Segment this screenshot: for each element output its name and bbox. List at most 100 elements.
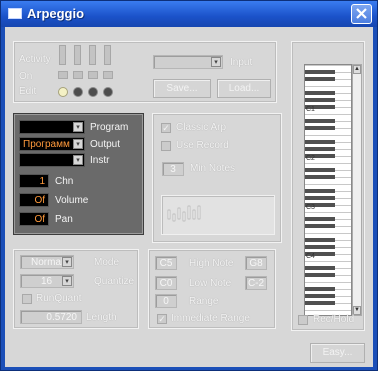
black-key[interactable] [305, 70, 335, 74]
black-key[interactable] [305, 119, 335, 123]
volume-field[interactable]: Of [19, 193, 49, 207]
on-toggle-4[interactable] [103, 71, 113, 79]
keyboard-panel: C1 C2 C3 C4 ▲ ▼ [291, 41, 365, 331]
length-field[interactable]: 0.5720 [20, 310, 82, 324]
on-label: On [19, 71, 33, 82]
mode-select[interactable]: Normal ▾ [20, 255, 74, 269]
window-title: Arpeggio [27, 6, 85, 21]
black-key[interactable] [305, 126, 335, 130]
white-key[interactable] [305, 212, 351, 213]
top-panel: Activity On Edit ▾ Input Save... Load... [13, 41, 277, 103]
runquant-label: RunQuant [36, 293, 82, 304]
runquant-checkbox[interactable] [22, 294, 32, 304]
pan-field[interactable]: Of [19, 212, 49, 226]
save-button[interactable]: Save... [153, 79, 211, 98]
piano-keyboard[interactable]: C1 C2 C3 C4 [304, 64, 352, 316]
white-key[interactable] [305, 86, 351, 87]
black-key[interactable] [305, 196, 335, 200]
instr-select[interactable]: ▾ [19, 153, 85, 167]
black-key[interactable] [305, 168, 335, 172]
easy-button[interactable]: Easy... [310, 343, 365, 363]
keyboard-scrollbar[interactable]: ▲ ▼ [352, 64, 362, 316]
on-toggle-1[interactable] [58, 71, 68, 79]
client-area: Activity On Edit ▾ Input Save... Load... [5, 27, 373, 367]
title-bar[interactable]: Arpeggio [1, 1, 377, 27]
black-key[interactable] [305, 266, 335, 270]
black-key[interactable] [305, 91, 335, 95]
min-notes-field[interactable]: 3 [162, 162, 184, 176]
black-key[interactable] [305, 217, 335, 221]
chevron-down-icon: ▾ [211, 57, 221, 67]
scroll-down-icon[interactable]: ▼ [353, 306, 361, 315]
arp-pattern-display [161, 195, 275, 235]
black-key[interactable] [305, 224, 335, 228]
quantize-value: 16 [41, 276, 53, 287]
octave-label: C4 [306, 253, 315, 260]
white-key[interactable] [305, 163, 351, 164]
midi-panel: ▾ Program Программ ▾ Output ▾ Instr 1 Ch… [13, 113, 144, 235]
output-select[interactable]: Программ ▾ [19, 137, 85, 151]
activity-label: Activity [19, 54, 51, 65]
scroll-up-icon[interactable]: ▲ [353, 65, 361, 74]
black-key[interactable] [305, 287, 335, 291]
black-key[interactable] [305, 294, 335, 298]
close-button[interactable] [351, 4, 372, 24]
immediate-range-checkbox[interactable]: ✓ [157, 314, 167, 324]
high-note-to-field[interactable]: G8 [245, 256, 267, 270]
black-key[interactable] [305, 273, 335, 277]
edit-radio-4[interactable] [103, 87, 113, 97]
on-toggle-3[interactable] [88, 71, 98, 79]
octave-label: C3 [306, 204, 315, 211]
instr-label: Instr [90, 155, 110, 166]
output-value: Программ [23, 139, 70, 150]
use-record-checkbox[interactable] [161, 141, 171, 151]
black-key[interactable] [305, 245, 335, 249]
high-note-from-field[interactable]: C5 [155, 256, 177, 270]
chevron-down-icon: ▾ [62, 257, 72, 267]
black-key[interactable] [305, 301, 335, 305]
black-key[interactable] [305, 147, 335, 151]
white-key[interactable] [305, 184, 351, 185]
rec-hold-checkbox[interactable] [298, 315, 308, 325]
window-icon [8, 8, 22, 19]
edit-radio-1[interactable] [58, 87, 68, 97]
volume-label: Volume [55, 195, 89, 206]
edit-label: Edit [19, 86, 37, 97]
use-record-label: Use Record [176, 140, 229, 151]
range-field[interactable]: 0 [155, 294, 177, 308]
edit-radio-3[interactable] [88, 87, 98, 97]
chn-label: Chn [55, 176, 74, 187]
white-key[interactable] [305, 310, 351, 311]
black-key[interactable] [305, 77, 335, 81]
arpeggio-window: Arpeggio Activity On Edit ▾ Input Save..… [0, 0, 378, 371]
program-select[interactable]: ▾ [19, 120, 85, 134]
black-key[interactable] [305, 140, 335, 144]
low-note-from-field[interactable]: C0 [155, 276, 177, 290]
range-panel: C5 High Note G8 C0 Low Note C-2 0 Range … [148, 249, 276, 329]
black-key[interactable] [305, 238, 335, 242]
black-key[interactable] [305, 175, 335, 179]
input-select[interactable]: ▾ [153, 55, 223, 69]
black-key[interactable] [305, 189, 335, 193]
edit-radio-2[interactable] [73, 87, 83, 97]
activity-meter-3 [89, 45, 96, 65]
on-toggle-2[interactable] [73, 71, 83, 79]
length-label: Length [86, 312, 117, 323]
program-label: Program [90, 122, 129, 133]
mode-panel: Normal ▾ Mode 16 ▾ Quantize RunQuant 0.5… [13, 249, 139, 329]
classic-arp-checkbox[interactable]: ✓ [161, 123, 171, 133]
white-key[interactable] [305, 261, 351, 262]
output-label: Output [90, 139, 121, 150]
white-key[interactable] [305, 233, 351, 234]
white-key[interactable] [305, 65, 351, 66]
white-key[interactable] [305, 114, 351, 115]
classic-arp-label: Classic Arp [176, 122, 227, 133]
white-key[interactable] [305, 282, 351, 283]
load-button[interactable]: Load... [217, 79, 271, 98]
white-key[interactable] [305, 135, 351, 136]
low-note-to-field[interactable]: C-2 [245, 276, 267, 290]
black-key[interactable] [305, 98, 335, 102]
quantize-select[interactable]: 16 ▾ [20, 274, 74, 288]
chn-field[interactable]: 1 [19, 174, 49, 188]
min-notes-label: Min Notes [190, 163, 236, 174]
